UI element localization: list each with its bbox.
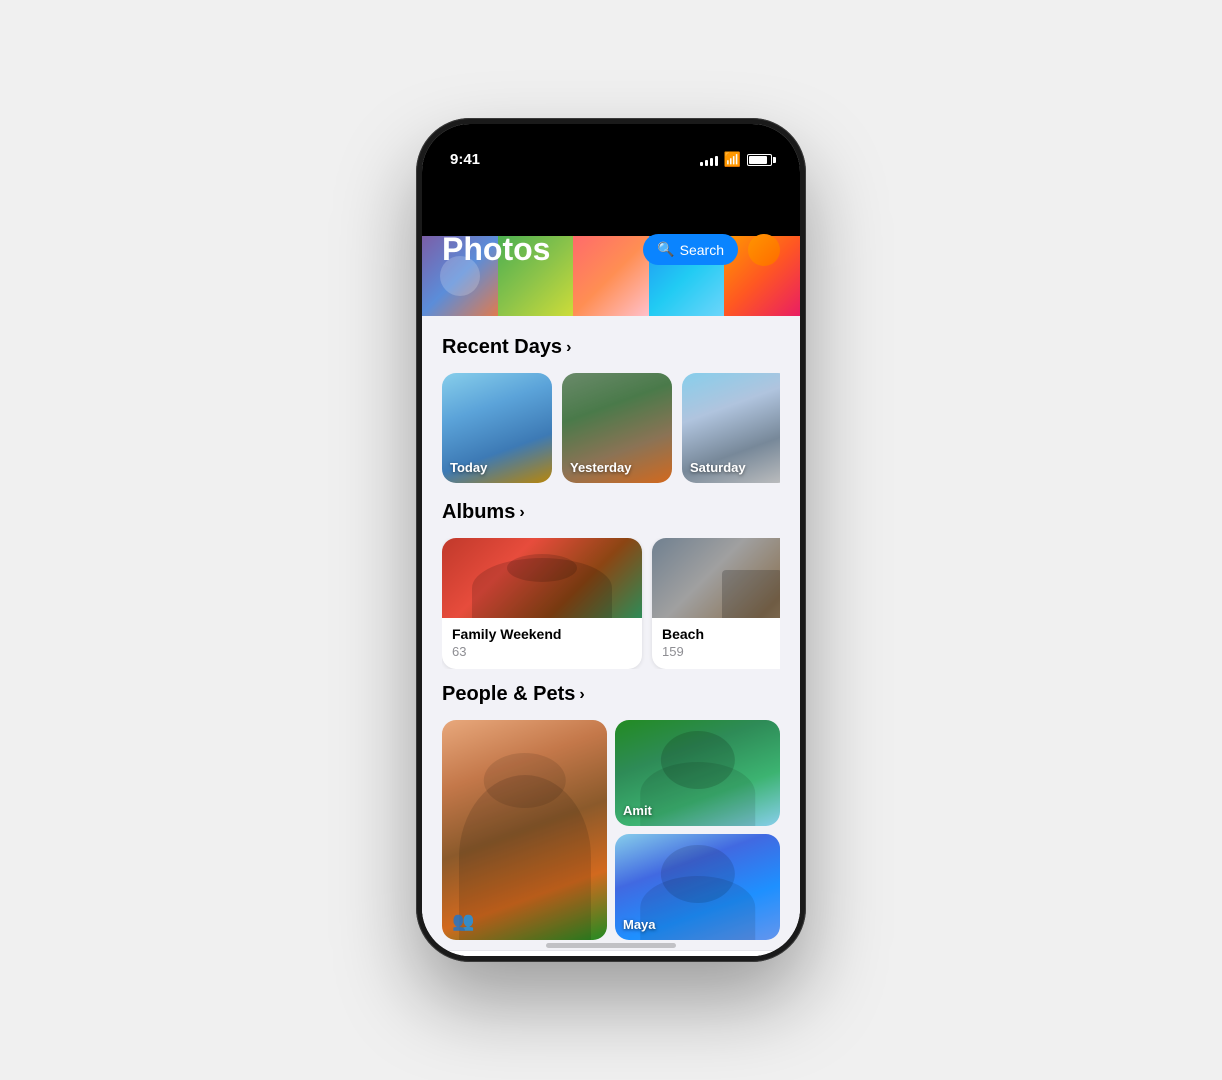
- scroll-content[interactable]: Recent Days › Today Yesterday Saturday: [422, 316, 800, 956]
- group-icon: 👥: [452, 911, 474, 932]
- recent-days-chevron: ›: [566, 339, 571, 357]
- people-pets-title: People & Pets: [442, 683, 575, 706]
- album-name-family-weekend: Family Weekend: [452, 626, 632, 642]
- album-card-beach[interactable]: Beach 159: [652, 538, 780, 669]
- people-grid: 👥 Amit Maya: [442, 720, 780, 940]
- people-pets-header[interactable]: People & Pets ›: [442, 683, 780, 706]
- home-indicator[interactable]: [546, 943, 676, 948]
- recent-days-section: Recent Days › Today Yesterday Saturday: [422, 316, 800, 497]
- person-card-maya[interactable]: Maya: [615, 834, 780, 940]
- album-count-family-weekend: 63: [452, 644, 632, 659]
- phone-screen: 9:41 📶: [422, 124, 800, 956]
- album-thumb-beach: [652, 538, 780, 618]
- album-thumb-family-weekend: [442, 538, 642, 618]
- day-card-saturday[interactable]: Saturday: [682, 373, 780, 483]
- header-actions: 🔍 Search: [643, 234, 780, 266]
- search-label: Search: [680, 242, 724, 258]
- people-pets-section: People & Pets › 👥 Amit: [422, 679, 800, 950]
- pinned-collections-section: Pinned Collections › Modify: [422, 950, 800, 956]
- recent-days-header[interactable]: Recent Days ›: [442, 336, 780, 359]
- photos-header: Photos 🔍 Search: [422, 176, 800, 316]
- person-label-amit: Amit: [623, 803, 652, 818]
- albums-title: Albums: [442, 501, 515, 524]
- signal-icon: [700, 154, 718, 166]
- dynamic-island: [551, 134, 671, 168]
- day-card-yesterday-label: Yesterday: [570, 460, 631, 475]
- search-icon: 🔍: [657, 241, 674, 258]
- album-info-beach: Beach 159: [652, 618, 780, 669]
- recent-days-title: Recent Days: [442, 336, 562, 359]
- album-count-beach: 159: [662, 644, 780, 659]
- albums-row[interactable]: Family Weekend 63 Beach 159: [442, 538, 780, 669]
- album-name-beach: Beach: [662, 626, 780, 642]
- day-card-today-label: Today: [450, 460, 487, 475]
- album-card-family-weekend[interactable]: Family Weekend 63: [442, 538, 642, 669]
- day-card-today[interactable]: Today: [442, 373, 552, 483]
- albums-section: Albums › Family Weekend 63: [422, 497, 800, 679]
- album-info-family-weekend: Family Weekend 63: [442, 618, 642, 669]
- avatar[interactable]: [748, 234, 780, 266]
- battery-icon: [747, 154, 772, 166]
- search-button[interactable]: 🔍 Search: [643, 234, 738, 265]
- status-bar: 9:41 📶: [422, 124, 800, 176]
- person-card-amit[interactable]: Amit: [615, 720, 780, 826]
- albums-header[interactable]: Albums ›: [442, 501, 780, 524]
- recent-days-scroll[interactable]: Today Yesterday Saturday: [442, 373, 780, 487]
- people-pets-chevron: ›: [579, 686, 584, 704]
- wifi-icon: 📶: [724, 151, 741, 168]
- day-card-saturday-label: Saturday: [690, 460, 746, 475]
- albums-chevron: ›: [519, 504, 524, 522]
- header-title-row: Photos 🔍 Search: [422, 231, 800, 268]
- status-icons: 📶: [700, 151, 772, 168]
- phone-device: 9:41 📶: [416, 118, 806, 962]
- day-card-yesterday[interactable]: Yesterday: [562, 373, 672, 483]
- person-card-group[interactable]: 👥: [442, 720, 607, 940]
- page-title: Photos: [442, 231, 550, 268]
- person-label-maya: Maya: [623, 917, 656, 932]
- status-time: 9:41: [450, 151, 480, 168]
